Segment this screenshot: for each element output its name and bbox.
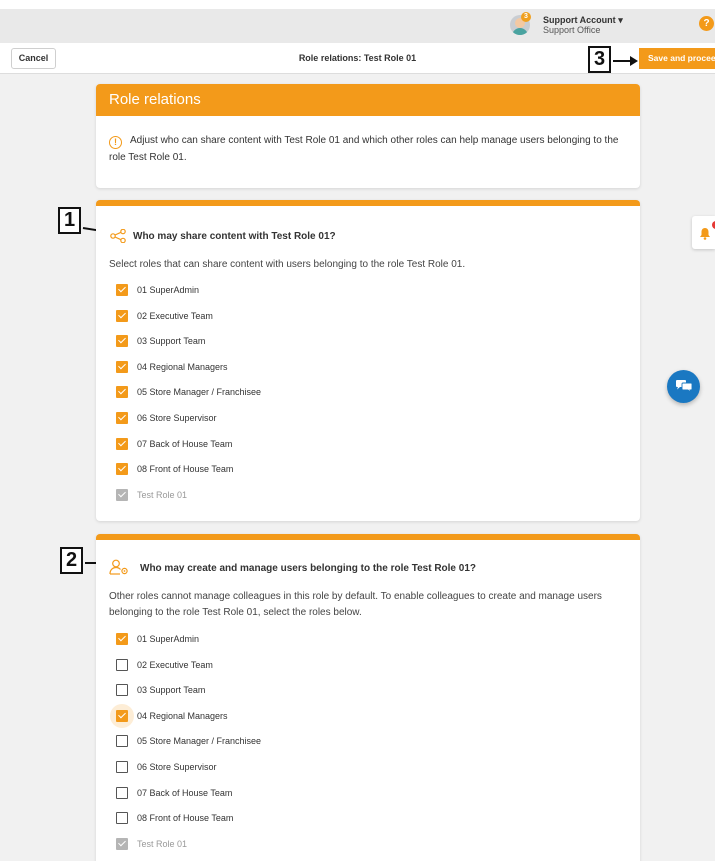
account-menu[interactable]: Support Account ▾ Support Office [543, 15, 623, 36]
annotation-arrow-3 [613, 56, 638, 66]
user-settings-icon [109, 559, 128, 575]
chat-button[interactable] [667, 370, 700, 403]
share-role-label: 08 Front of House Team [137, 464, 234, 475]
manage-users-card: Who may create and manage users belongin… [96, 534, 640, 861]
share-checkbox-test-role-01 [116, 488, 128, 501]
info-icon: ! [109, 136, 122, 149]
manage-role-label: 02 Executive Team [137, 659, 213, 670]
side-notification-tab[interactable] [692, 216, 715, 249]
account-name: Support Account [543, 15, 616, 25]
share-checkbox-02-executive-team[interactable] [116, 309, 128, 322]
manage-role-label: 06 Store Supervisor [137, 762, 217, 772]
manage-role-label: 04 Regional Managers [137, 710, 228, 721]
card-title: Role relations [96, 84, 640, 116]
save-and-proceed-button[interactable]: Save and proceed [639, 48, 715, 69]
share-checkbox-04-regional-managers[interactable] [116, 360, 128, 373]
role-relations-card: Role relations ! Adjust who can share con… [96, 84, 640, 188]
share-section-description: Select roles that can share content with… [109, 259, 466, 270]
share-checkbox-07-back-of-house-team[interactable] [116, 437, 128, 450]
annotation-marker-1: 1 [58, 207, 81, 234]
share-role-label: 06 Store Supervisor [137, 413, 217, 423]
share-role-label: 03 Support Team [137, 336, 206, 347]
account-office: Support Office [543, 25, 601, 35]
manage-checkbox-04-regional-managers[interactable] [116, 709, 128, 722]
manage-checkbox-03-support-team[interactable] [116, 684, 128, 697]
chevron-down-icon: ▾ [618, 15, 623, 25]
annotation-marker-3: 3 [588, 46, 611, 73]
share-checkbox-06-store-supervisor[interactable] [116, 412, 128, 424]
manage-role-label: Test Role 01 [137, 838, 188, 849]
manage-checkbox-06-store-supervisor[interactable] [116, 761, 128, 773]
share-role-label: 07 Back of House Team [137, 438, 233, 449]
info-text: Adjust who can share content with Test R… [109, 135, 619, 163]
manage-role-label: 08 Front of House Team [137, 813, 234, 824]
manage-role-label: 05 Store Manager / Franchisee [137, 736, 262, 747]
manage-checkbox-07-back-of-house-team[interactable] [116, 786, 128, 799]
share-icon [110, 229, 126, 243]
share-role-label: 01 SuperAdmin [137, 285, 200, 295]
share-role-label: 05 Store Manager / Franchisee [137, 387, 262, 398]
help-icon[interactable]: ? [699, 16, 714, 31]
share-role-label: Test Role 01 [137, 489, 188, 500]
notification-badge: 3 [521, 12, 531, 22]
manage-section-description: Other roles cannot manage colleagues in … [109, 591, 602, 618]
top-strip [0, 0, 715, 9]
share-section-title: Who may share content with Test Role 01? [133, 231, 336, 242]
manage-checkbox-02-executive-team[interactable] [116, 658, 128, 671]
share-checkbox-08-front-of-house-team[interactable] [116, 463, 128, 476]
share-checkbox-01-superadmin[interactable] [116, 284, 128, 296]
annotation-marker-2: 2 [60, 547, 83, 574]
share-role-label: 04 Regional Managers [137, 361, 228, 372]
manage-role-label: 07 Back of House Team [137, 787, 233, 798]
manage-role-label: 01 SuperAdmin [137, 634, 200, 644]
manage-checkbox-05-store-manager-franchisee[interactable] [116, 735, 128, 748]
manage-section-title: Who may create and manage users belongin… [140, 563, 477, 574]
manage-checkbox-01-superadmin[interactable] [116, 633, 128, 645]
share-content-card: Who may share content with Test Role 01?… [96, 200, 640, 521]
manage-role-label: 03 Support Team [137, 685, 206, 696]
share-checkbox-03-support-team[interactable] [116, 335, 128, 348]
manage-checkbox-test-role-01 [116, 837, 128, 850]
bell-icon [700, 228, 710, 240]
share-role-label: 02 Executive Team [137, 310, 213, 321]
share-checkbox-05-store-manager-franchisee[interactable] [116, 386, 128, 399]
cancel-button[interactable]: Cancel [11, 48, 56, 69]
chat-icon [676, 380, 693, 393]
manage-checkbox-08-front-of-house-team[interactable] [116, 812, 128, 825]
info-message: ! Adjust who can share content with Test … [96, 116, 640, 166]
